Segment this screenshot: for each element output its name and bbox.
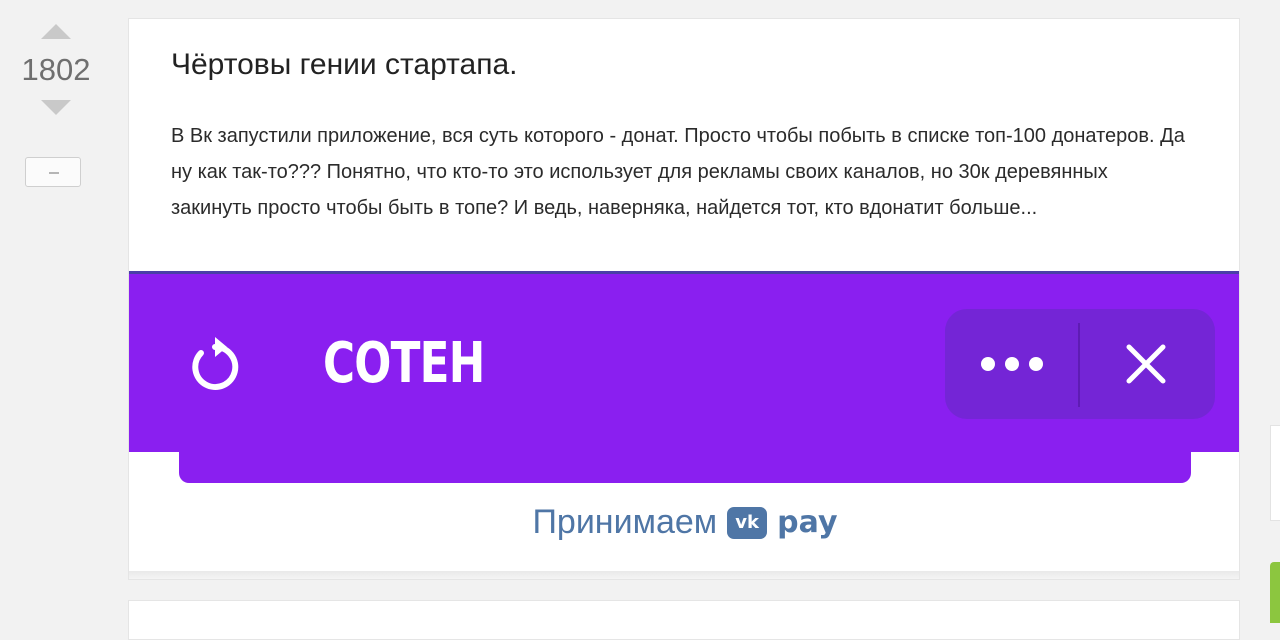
post-image[interactable]: СОТЕН Принимаем vk pay xyxy=(129,271,1239,579)
app-name: СОТЕН xyxy=(323,331,485,396)
app-controls-pill xyxy=(945,309,1215,419)
post-title[interactable]: Чёртовы гении стартапа. xyxy=(171,45,517,85)
image-bottom-edge xyxy=(129,571,1239,579)
pay-label: Принимаем xyxy=(532,503,718,541)
next-post-card xyxy=(128,600,1240,640)
refresh-icon xyxy=(192,337,239,390)
minus-icon xyxy=(49,172,59,174)
more-icon xyxy=(975,349,1049,379)
collapse-button[interactable] xyxy=(25,157,81,187)
pill-divider xyxy=(1078,323,1080,407)
payment-row: Принимаем vk pay xyxy=(129,503,1239,553)
green-action-button[interactable] xyxy=(1270,562,1280,623)
post-card: Чёртовы гении стартапа. В Вк запустили п… xyxy=(128,18,1240,580)
upvote-arrow-icon[interactable] xyxy=(41,24,71,39)
vote-count: 1802 xyxy=(21,52,91,87)
pay-word: pay xyxy=(777,505,838,540)
right-sidebar-panel xyxy=(1270,425,1280,521)
vk-logo-icon: vk xyxy=(727,506,768,539)
app-header-tab xyxy=(179,449,1191,483)
vote-column: 1802 xyxy=(0,0,112,623)
downvote-arrow-icon[interactable] xyxy=(41,100,71,115)
close-icon xyxy=(1126,344,1166,384)
post-body: В Вк запустили приложение, вся суть кото… xyxy=(171,125,1185,219)
